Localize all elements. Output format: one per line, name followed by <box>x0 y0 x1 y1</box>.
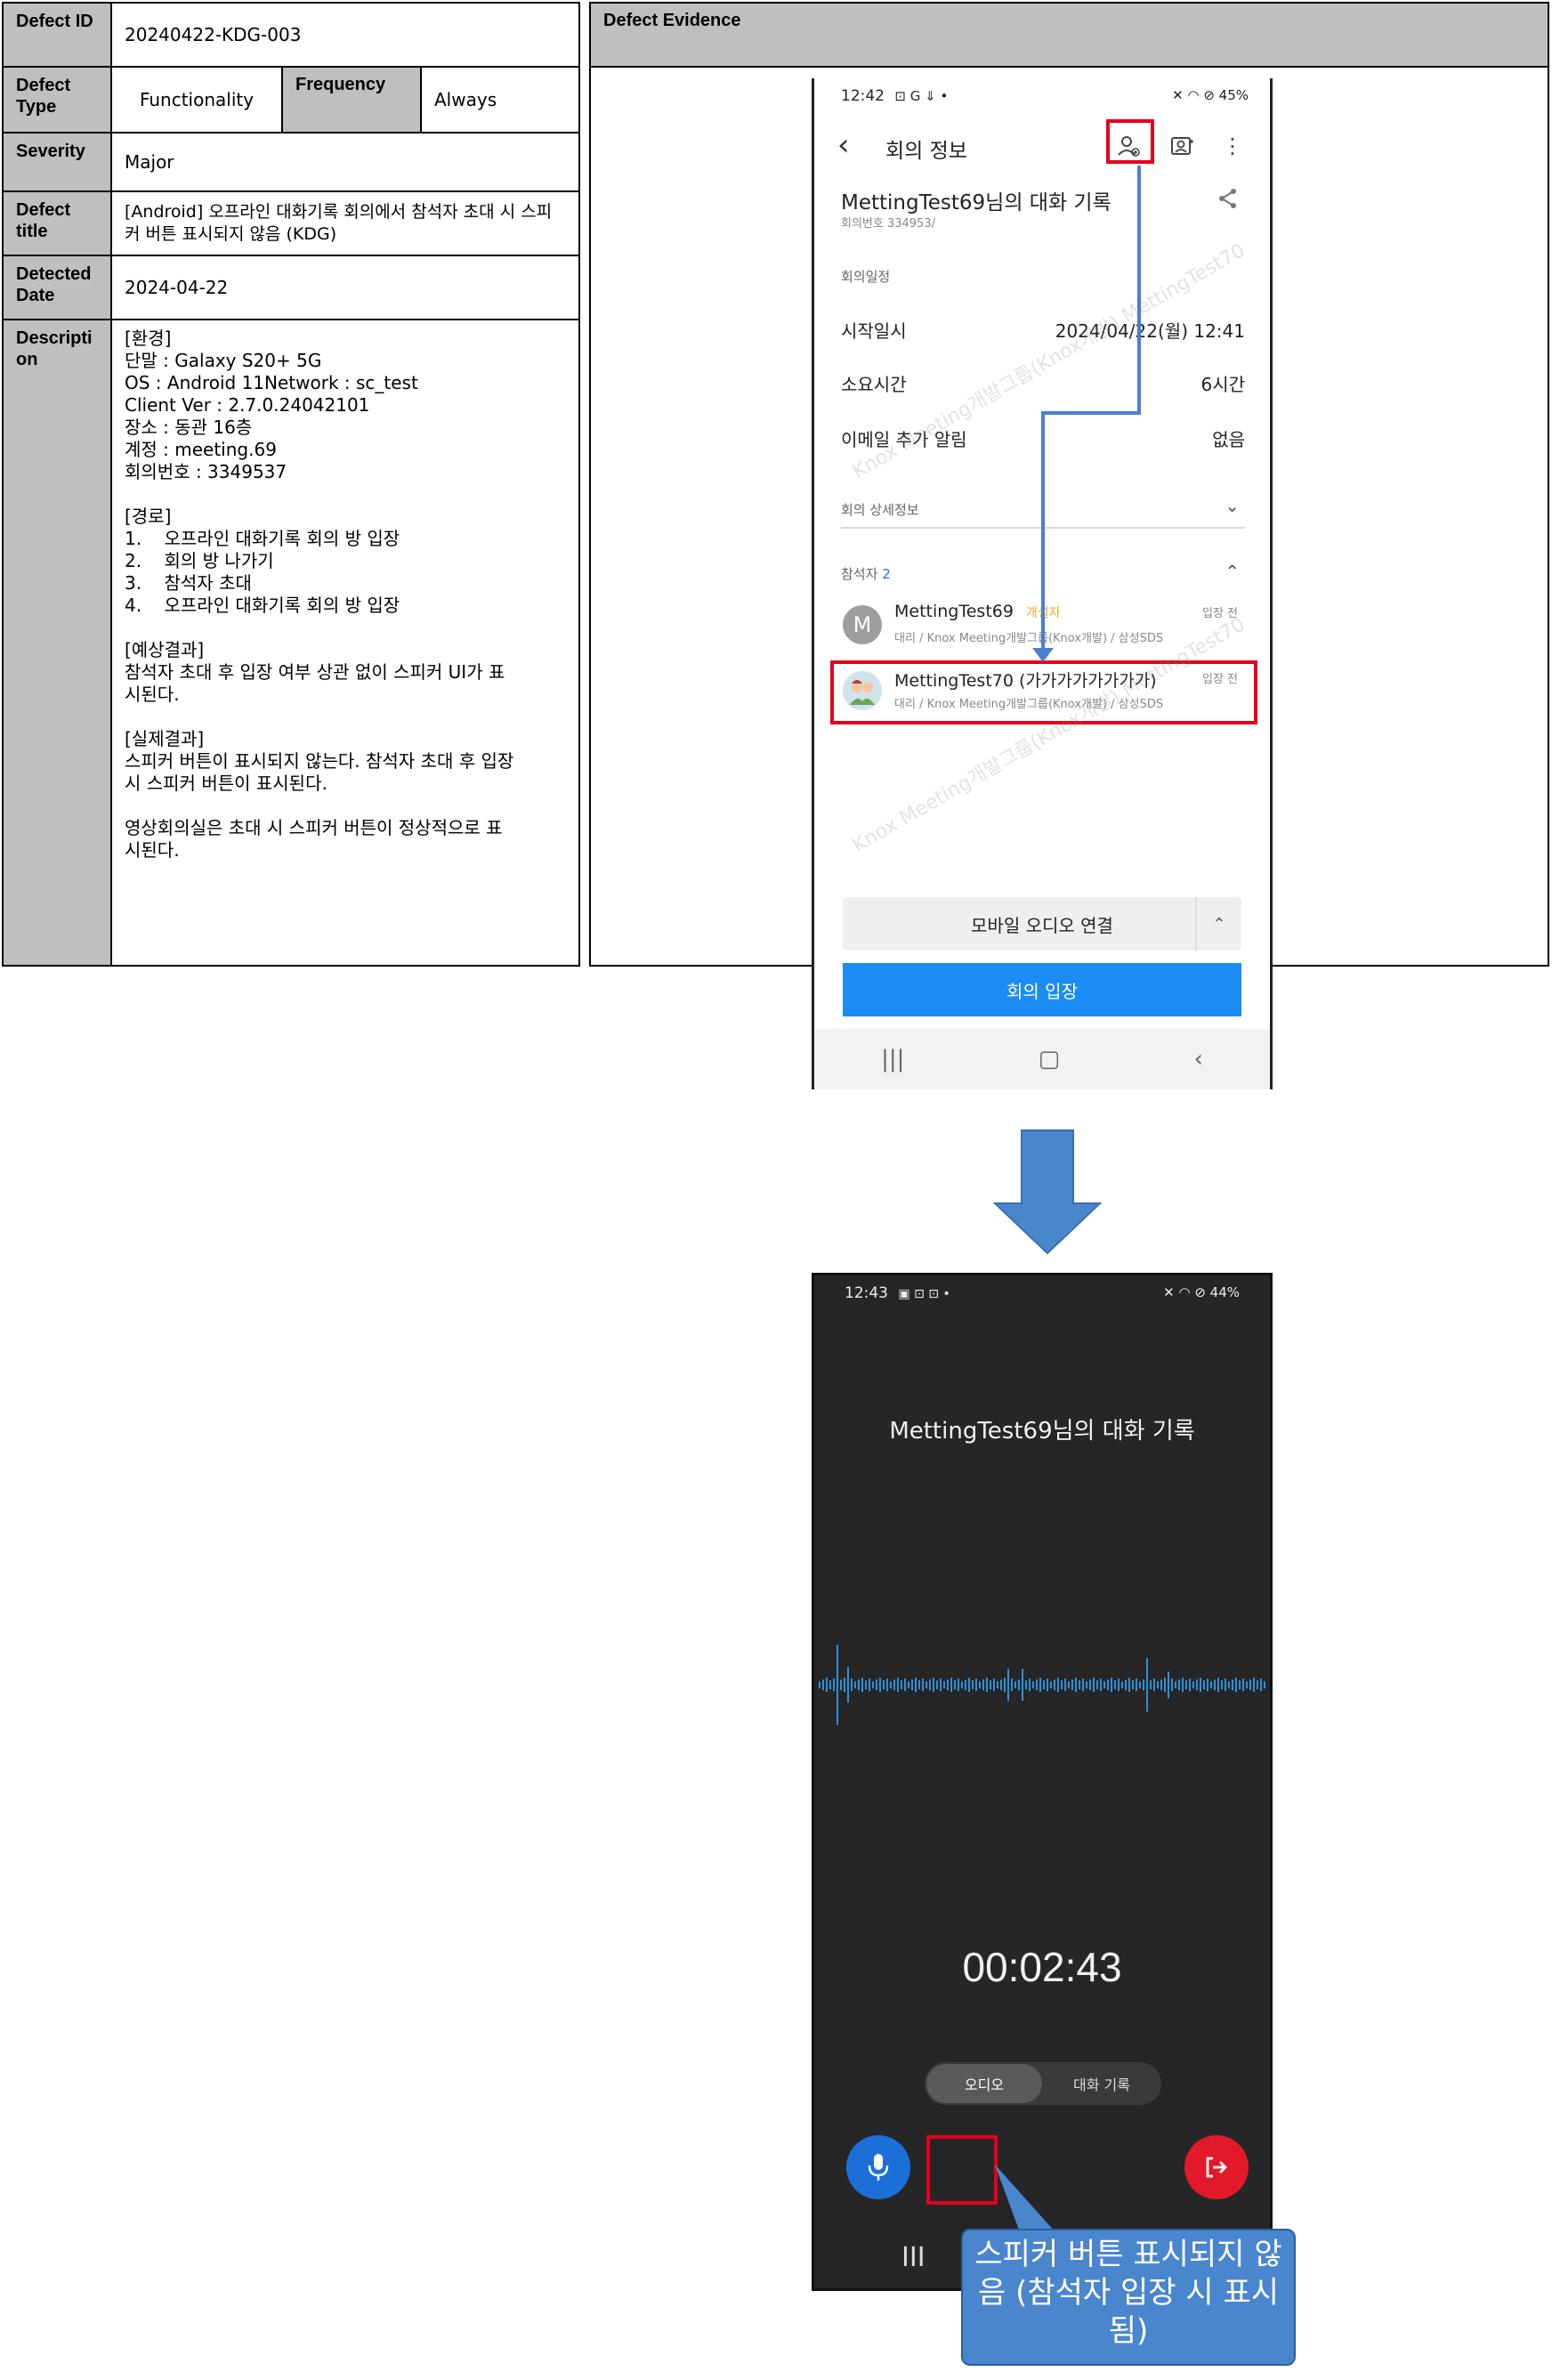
status-glyphs: ▣ ⊡ ⊡ • <box>898 1287 950 1301</box>
recent-apps-icon[interactable]: III <box>901 2242 926 2273</box>
meeting-number: 회의번호 334953/ <box>841 217 935 231</box>
home-icon[interactable]: ▢ <box>1039 1046 1061 1073</box>
chevron-up-icon[interactable]: ⌃ <box>1225 561 1240 582</box>
room-title: MettingTest69님의 대화 기록 <box>889 1418 1195 1445</box>
description-label: Descripti on <box>4 320 112 965</box>
defect-title-value: [Android] 오프라인 대화기록 회의에서 참석자 초대 시 스피커 버튼… <box>125 202 553 244</box>
microphone-icon <box>868 2154 889 2181</box>
participant-status: 입장 전 <box>1201 607 1238 620</box>
row-description: Descripti on [환경] 단말 : Galaxy S20+ 5G OS… <box>4 320 578 965</box>
duration-value: 6시간 <box>1200 374 1245 395</box>
call-timer: 00:02:43 <box>962 1944 1122 1990</box>
page-title: 회의 정보 <box>885 140 967 163</box>
status-glyphs: ⊡ G ⇓ • <box>894 88 949 104</box>
defect-id-label: Defect ID <box>4 4 112 66</box>
evidence-header: Defect Evidence <box>591 4 1548 68</box>
share-icon[interactable] <box>1217 187 1240 216</box>
exit-icon <box>1206 2157 1227 2178</box>
status-bar: 12:43 ▣ ⊡ ⊡ • ✕ ◠ ⊘ 44% <box>845 1284 1240 1302</box>
new-participant-highlight-box <box>830 660 1257 725</box>
status-indicators: ✕ ◠ ⊘ 45% <box>1172 87 1249 103</box>
detected-date-label: Detected Date <box>4 256 112 319</box>
participants-count: 2 <box>882 566 891 582</box>
annotation-callout: 스피커 버튼 표시되지 않음 (참석자 입장 시 표시됨) <box>961 2229 1296 2366</box>
email-alert-value: 없음 <box>1212 429 1245 450</box>
participants-label: 참석자 2 <box>841 564 891 583</box>
severity-label: Severity <box>4 134 112 190</box>
connector-line <box>1041 411 1045 653</box>
status-left: 12:43 ▣ ⊡ ⊡ • <box>845 1284 950 1302</box>
severity-value: Major <box>125 150 174 173</box>
defect-type-value: Functionality <box>139 89 255 110</box>
status-time: 12:43 <box>845 1284 888 1302</box>
defect-table: Defect ID 20240422-KDG-003 Defect Type F… <box>2 2 580 967</box>
back-arrow-icon[interactable]: ‹ <box>837 130 850 160</box>
android-nav-bar: ||| ▢ ‹ <box>814 1029 1270 1089</box>
defect-type-label: Defect Type <box>4 68 112 132</box>
audio-waveform <box>819 1645 1265 1725</box>
invite-highlight-box <box>1106 119 1154 164</box>
meeting-title: MettingTest69님의 대화 기록 <box>841 191 1111 215</box>
defect-id-value: 20240422-KDG-003 <box>125 23 302 45</box>
microphone-button[interactable] <box>846 2135 910 2199</box>
tab-transcript[interactable]: 대화 기록 <box>1044 2064 1160 2103</box>
mode-toggle[interactable]: 오디오 대화 기록 <box>925 2062 1161 2105</box>
participant-name: MettingTest69 개설자 <box>894 602 1061 621</box>
participant-org: 대리 / Knox Meeting개발그룹(Knox개발) / 삼성SDS <box>894 632 1164 645</box>
status-bar: 12:42 ⊡ G ⇓ • ✕ ◠ ⊘ 45% <box>841 87 1249 110</box>
connector-line <box>1041 411 1141 415</box>
status-left: 12:42 ⊡ G ⇓ • <box>841 87 948 110</box>
row-defect-title: Defect title [Android] 오프라인 대화기록 회의에서 참석… <box>4 192 578 256</box>
frequency-value: Always <box>434 89 497 110</box>
tab-audio[interactable]: 오디오 <box>926 2064 1042 2103</box>
audio-room-screenshot: 12:43 ▣ ⊡ ⊡ • ✕ ◠ ⊘ 44% MettingTest69님의 … <box>812 1273 1273 2291</box>
more-options-icon[interactable]: ⋮ <box>1215 128 1250 164</box>
status-indicators: ✕ ◠ ⊘ 44% <box>1163 1284 1240 1300</box>
meeting-detail-toggle[interactable]: 회의 상세정보 <box>841 500 919 519</box>
schedule-section-label: 회의일정 <box>841 269 891 285</box>
avatar: M <box>843 605 882 644</box>
join-meeting-button[interactable]: 회의 입장 <box>843 963 1241 1016</box>
description-value: [환경] 단말 : Galaxy S20+ 5G OS : Android 11… <box>125 328 514 861</box>
callout-pointer <box>995 2165 1055 2232</box>
connector-line <box>1137 166 1141 415</box>
row-defect-id: Defect ID 20240422-KDG-003 <box>4 4 578 68</box>
duration-label: 소요시간 <box>841 374 907 395</box>
mobile-audio-button[interactable]: 모바일 오디오 연결 ⌃ <box>843 897 1241 951</box>
row-detected-date: Detected Date 2024-04-22 <box>4 256 578 320</box>
participant-name-text: MettingTest69 <box>894 602 1014 621</box>
mobile-audio-label: 모바일 오디오 연결 <box>971 914 1113 936</box>
leave-meeting-button[interactable] <box>1184 2135 1249 2199</box>
chevron-up-icon[interactable]: ⌃ <box>1195 897 1241 951</box>
chevron-down-icon[interactable]: ⌄ <box>1225 495 1240 516</box>
start-time-label: 시작일시 <box>841 320 907 342</box>
back-nav-icon[interactable]: ‹ <box>1193 1046 1202 1073</box>
contact-card-icon[interactable] <box>1164 128 1200 164</box>
frequency-label: Frequency <box>281 68 422 132</box>
description-cell: [환경] 단말 : Galaxy S20+ 5G OS : Android 11… <box>112 320 578 965</box>
app-header: ‹ 회의 정보 ⋮ <box>814 121 1270 174</box>
status-time: 12:42 <box>841 87 885 105</box>
email-alert-label: 이메일 추가 알림 <box>841 429 967 450</box>
row-defect-type: Defect Type Functionality Frequency Alwa… <box>4 68 578 134</box>
missing-speaker-button-box <box>926 2135 998 2205</box>
detected-date-value: 2024-04-22 <box>125 276 229 298</box>
row-severity: Severity Major <box>4 134 578 192</box>
defect-title-label: Defect title <box>4 192 112 255</box>
start-time-value: 2024/04/22(월) 12:41 <box>1055 320 1245 342</box>
participants-label-text: 참석자 <box>841 566 878 582</box>
down-arrow-icon <box>993 1129 1102 1255</box>
recent-apps-icon[interactable]: ||| <box>881 1046 904 1073</box>
arrowhead-icon <box>1032 648 1054 662</box>
